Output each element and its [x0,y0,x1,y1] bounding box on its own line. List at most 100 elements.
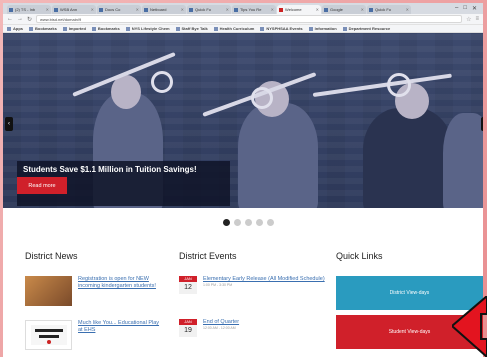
page-icon [342,26,347,31]
tab-favicon-icon [279,7,283,12]
hero-photo-head [111,75,141,109]
close-icon[interactable]: ✕ [361,7,364,12]
carousel-dot[interactable] [245,219,252,226]
browser-window: (2) TS - Inb ✕ WSB Ann ✕ Docs Co ✕ Netboard… [3,3,483,357]
event-item[interactable]: JAN 12 Elementary Early Release (All Mod… [179,276,329,294]
tab-label: Docs Co [105,7,121,12]
news-thumbnail [25,320,72,350]
tab-strip: (2) TS - Inb ✕ WSB Ann ✕ Docs Co ✕ Netboard… [3,3,483,14]
quicklinks-heading: Quick Links [336,251,383,261]
events-heading: District Events [179,251,237,261]
hero-slideshow: Students Save $1.1 Million in Tuition Sa… [3,33,483,208]
close-icon[interactable]: ✕ [46,7,49,12]
news-link[interactable]: Much like You... Educational Play at EHS [78,320,165,350]
close-icon[interactable]: ✕ [406,7,409,12]
browser-tab-active[interactable]: Welcome ✕ [277,5,321,14]
close-icon[interactable]: ✕ [226,7,229,12]
carousel-dot[interactable] [234,219,241,226]
event-item[interactable]: JAN 19 End of Quarter 12:00 AM - 12:00 A… [179,319,329,337]
event-time: 12:00 AM - 12:00 AM [203,326,236,331]
news-item[interactable]: Registration is open for NEW incoming ki… [25,276,165,306]
folder-icon [62,26,67,31]
tab-favicon-icon [324,7,328,12]
back-icon[interactable]: ← [7,16,13,22]
bookmark-label: NYSPHSAA Events [266,26,303,31]
tab-favicon-icon [99,7,103,12]
slide-next-arrow-icon[interactable]: › [481,117,483,131]
apps-icon [7,26,11,31]
browser-tab[interactable]: Tips You Re ✕ [232,5,276,14]
maximize-icon[interactable]: □ [463,5,467,12]
close-icon[interactable]: ✕ [91,7,94,12]
bookmark-item[interactable]: NYS Lifestyle Chem [125,26,170,31]
event-link[interactable]: Elementary Early Release (All Modified S… [203,276,325,283]
tab-favicon-icon [9,7,13,12]
carousel-dot[interactable] [223,219,230,226]
hero-photo-person [238,103,318,208]
bookmark-star-icon[interactable]: ☆ [466,16,471,23]
bookmark-item[interactable]: Imported [62,26,86,31]
browser-tab[interactable]: WSB Ann ✕ [52,5,96,14]
event-date: JAN 12 [179,276,197,294]
tab-favicon-icon [189,7,193,12]
page-icon [308,26,313,31]
tab-favicon-icon [144,7,148,12]
tab-favicon-icon [369,7,373,12]
event-day: 19 [179,325,197,337]
bookmark-item[interactable]: Bookmarks [91,26,120,31]
bookmark-item[interactable]: Apps [7,26,23,31]
event-day: 12 [179,282,197,294]
red-pointer-arrow-icon [452,296,487,357]
window-controls: – □ ✕ [449,5,483,14]
bookmark-item[interactable]: Health Curriculum [213,26,255,31]
event-time: 1:00 PM - 3:30 PM [203,283,233,288]
trombone-bell [251,87,273,109]
close-icon[interactable]: ✕ [271,7,274,12]
close-icon[interactable]: ✕ [316,7,319,12]
url-input[interactable]: www.bisd.net/domain/9 [36,15,463,23]
close-icon[interactable]: ✕ [181,7,184,12]
event-link[interactable]: End of Quarter [203,319,239,326]
tab-label: Google [330,7,343,12]
browser-tab[interactable]: Netboard ✕ [142,5,186,14]
page-icon [175,26,180,31]
folder-icon [29,26,33,31]
hero-photo-person [443,113,483,208]
tab-label: Quick Fo [375,7,392,12]
carousel-dots [223,219,274,226]
bookmark-item[interactable]: Department Resource [342,26,391,31]
bookmark-label: Health Curriculum [219,26,255,31]
minimize-icon[interactable]: – [455,5,458,12]
bookmark-label: Department Resource [348,26,391,31]
browser-tab[interactable]: Google ✕ [322,5,366,14]
close-icon[interactable]: ✕ [136,7,139,12]
menu-icon[interactable]: ≡ [475,16,479,22]
page-icon [260,26,265,31]
folder-icon [91,26,96,31]
address-bar: ← → ↻ www.bisd.net/domain/9 ☆ ≡ [3,14,483,25]
bookmark-item[interactable]: Bookmarks [29,26,57,31]
tab-label: Quick Fo [195,7,212,12]
reload-icon[interactable]: ↻ [27,16,32,23]
bookmark-label: NYS Lifestyle Chem [131,26,170,31]
news-link[interactable]: Registration is open for NEW incoming ki… [78,276,165,306]
read-more-button[interactable]: Read more [17,177,67,194]
browser-tab[interactable]: Quick Fo ✕ [187,5,231,14]
play-poster-icon [30,325,67,345]
carousel-dot[interactable] [267,219,274,226]
slide-prev-arrow-icon[interactable]: ‹ [5,117,13,131]
tab-favicon-icon [234,7,238,12]
bookmark-item[interactable]: Staff Bye Talk [175,26,208,31]
bookmark-label: Bookmarks [97,26,120,31]
bookmark-label: Bookmarks [35,26,57,31]
bookmark-item[interactable]: Information [308,26,337,31]
bookmark-label: Apps [13,26,23,31]
carousel-dot[interactable] [256,219,263,226]
browser-tab[interactable]: (2) TS - Inb ✕ [7,5,51,14]
browser-tab[interactable]: Quick Fo ✕ [367,5,411,14]
close-window-icon[interactable]: ✕ [472,5,477,12]
forward-icon[interactable]: → [17,16,23,22]
bookmark-item[interactable]: NYSPHSAA Events [260,26,303,31]
browser-tab[interactable]: Docs Co ✕ [97,5,141,14]
news-item[interactable]: Much like You... Educational Play at EHS [25,320,165,350]
